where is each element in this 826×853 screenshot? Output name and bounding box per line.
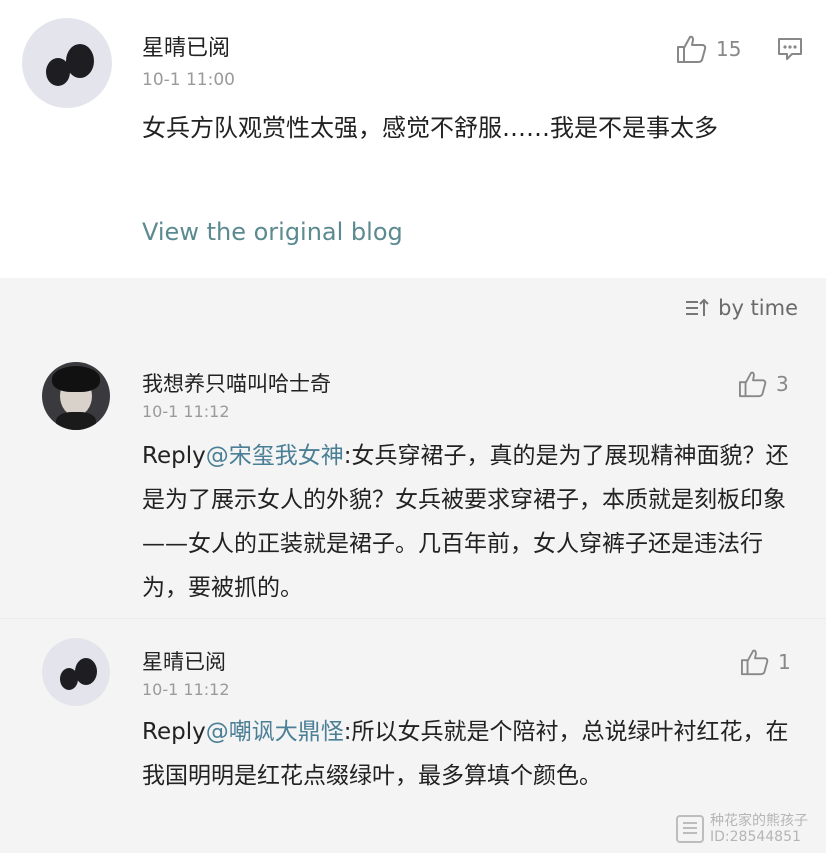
post-like-count: 15 <box>716 37 742 61</box>
reply-like-button[interactable]: 1 <box>740 648 791 676</box>
reply-prefix: Reply <box>142 719 206 745</box>
thumbs-up-icon <box>677 35 707 63</box>
watermark-logo-icon <box>676 815 704 843</box>
reply-time: 10-1 11:12 <box>142 680 230 699</box>
reply-content: Reply@嘲讽大鼎怪:所以女兵就是个陪衬，总说绿叶衬红花，在我国明明是红花点缀… <box>142 710 792 798</box>
reply-prefix: Reply <box>142 443 206 469</box>
reply-author-name[interactable]: 我想养只喵叫哈士奇 <box>142 368 331 398</box>
reply-mention-link[interactable]: @宋玺我女神 <box>206 443 344 469</box>
reply-mention-link[interactable]: @嘲讽大鼎怪 <box>206 719 344 745</box>
reply-time: 10-1 11:12 <box>142 402 230 421</box>
sort-icon <box>686 298 709 316</box>
thumbs-up-icon <box>741 649 769 676</box>
watermark: 种花家的熊孩子 ID:28544851 <box>676 813 808 845</box>
watermark-line1: 种花家的熊孩子 <box>710 813 808 829</box>
post-time: 10-1 11:00 <box>142 70 235 90</box>
reply-content: Reply@宋玺我女神:女兵穿裙子，真的是为了展现精神面貌？还是为了展示女人的外… <box>142 434 792 610</box>
post-author-avatar[interactable] <box>22 18 112 108</box>
sort-label: by time <box>718 296 798 320</box>
view-original-blog-link[interactable]: View the original blog <box>142 218 403 246</box>
reply-like-button[interactable]: 3 <box>738 370 789 398</box>
reply-like-count: 1 <box>778 650 791 674</box>
thumbs-up-icon <box>739 371 767 398</box>
comment-icon <box>778 38 802 60</box>
post-author-name[interactable]: 星晴已阅 <box>142 30 230 62</box>
sort-by-time-button[interactable]: by time <box>684 296 798 320</box>
post-comment-button[interactable] <box>776 36 804 66</box>
post-like-button[interactable]: 15 <box>676 34 741 64</box>
reply-divider <box>0 618 826 619</box>
reply-author-avatar[interactable] <box>42 638 110 706</box>
original-post: 星晴已阅 10-1 11:00 15 女兵方队观赏性太强，感觉不舒服……我是不是… <box>0 0 826 278</box>
reply-author-name[interactable]: 星晴已阅 <box>142 646 226 676</box>
watermark-line2: ID:28544851 <box>710 829 801 845</box>
reply-like-count: 3 <box>776 372 789 396</box>
reply-author-avatar[interactable] <box>42 362 110 430</box>
post-content: 女兵方队观赏性太强，感觉不舒服……我是不是事太多 <box>142 114 718 142</box>
